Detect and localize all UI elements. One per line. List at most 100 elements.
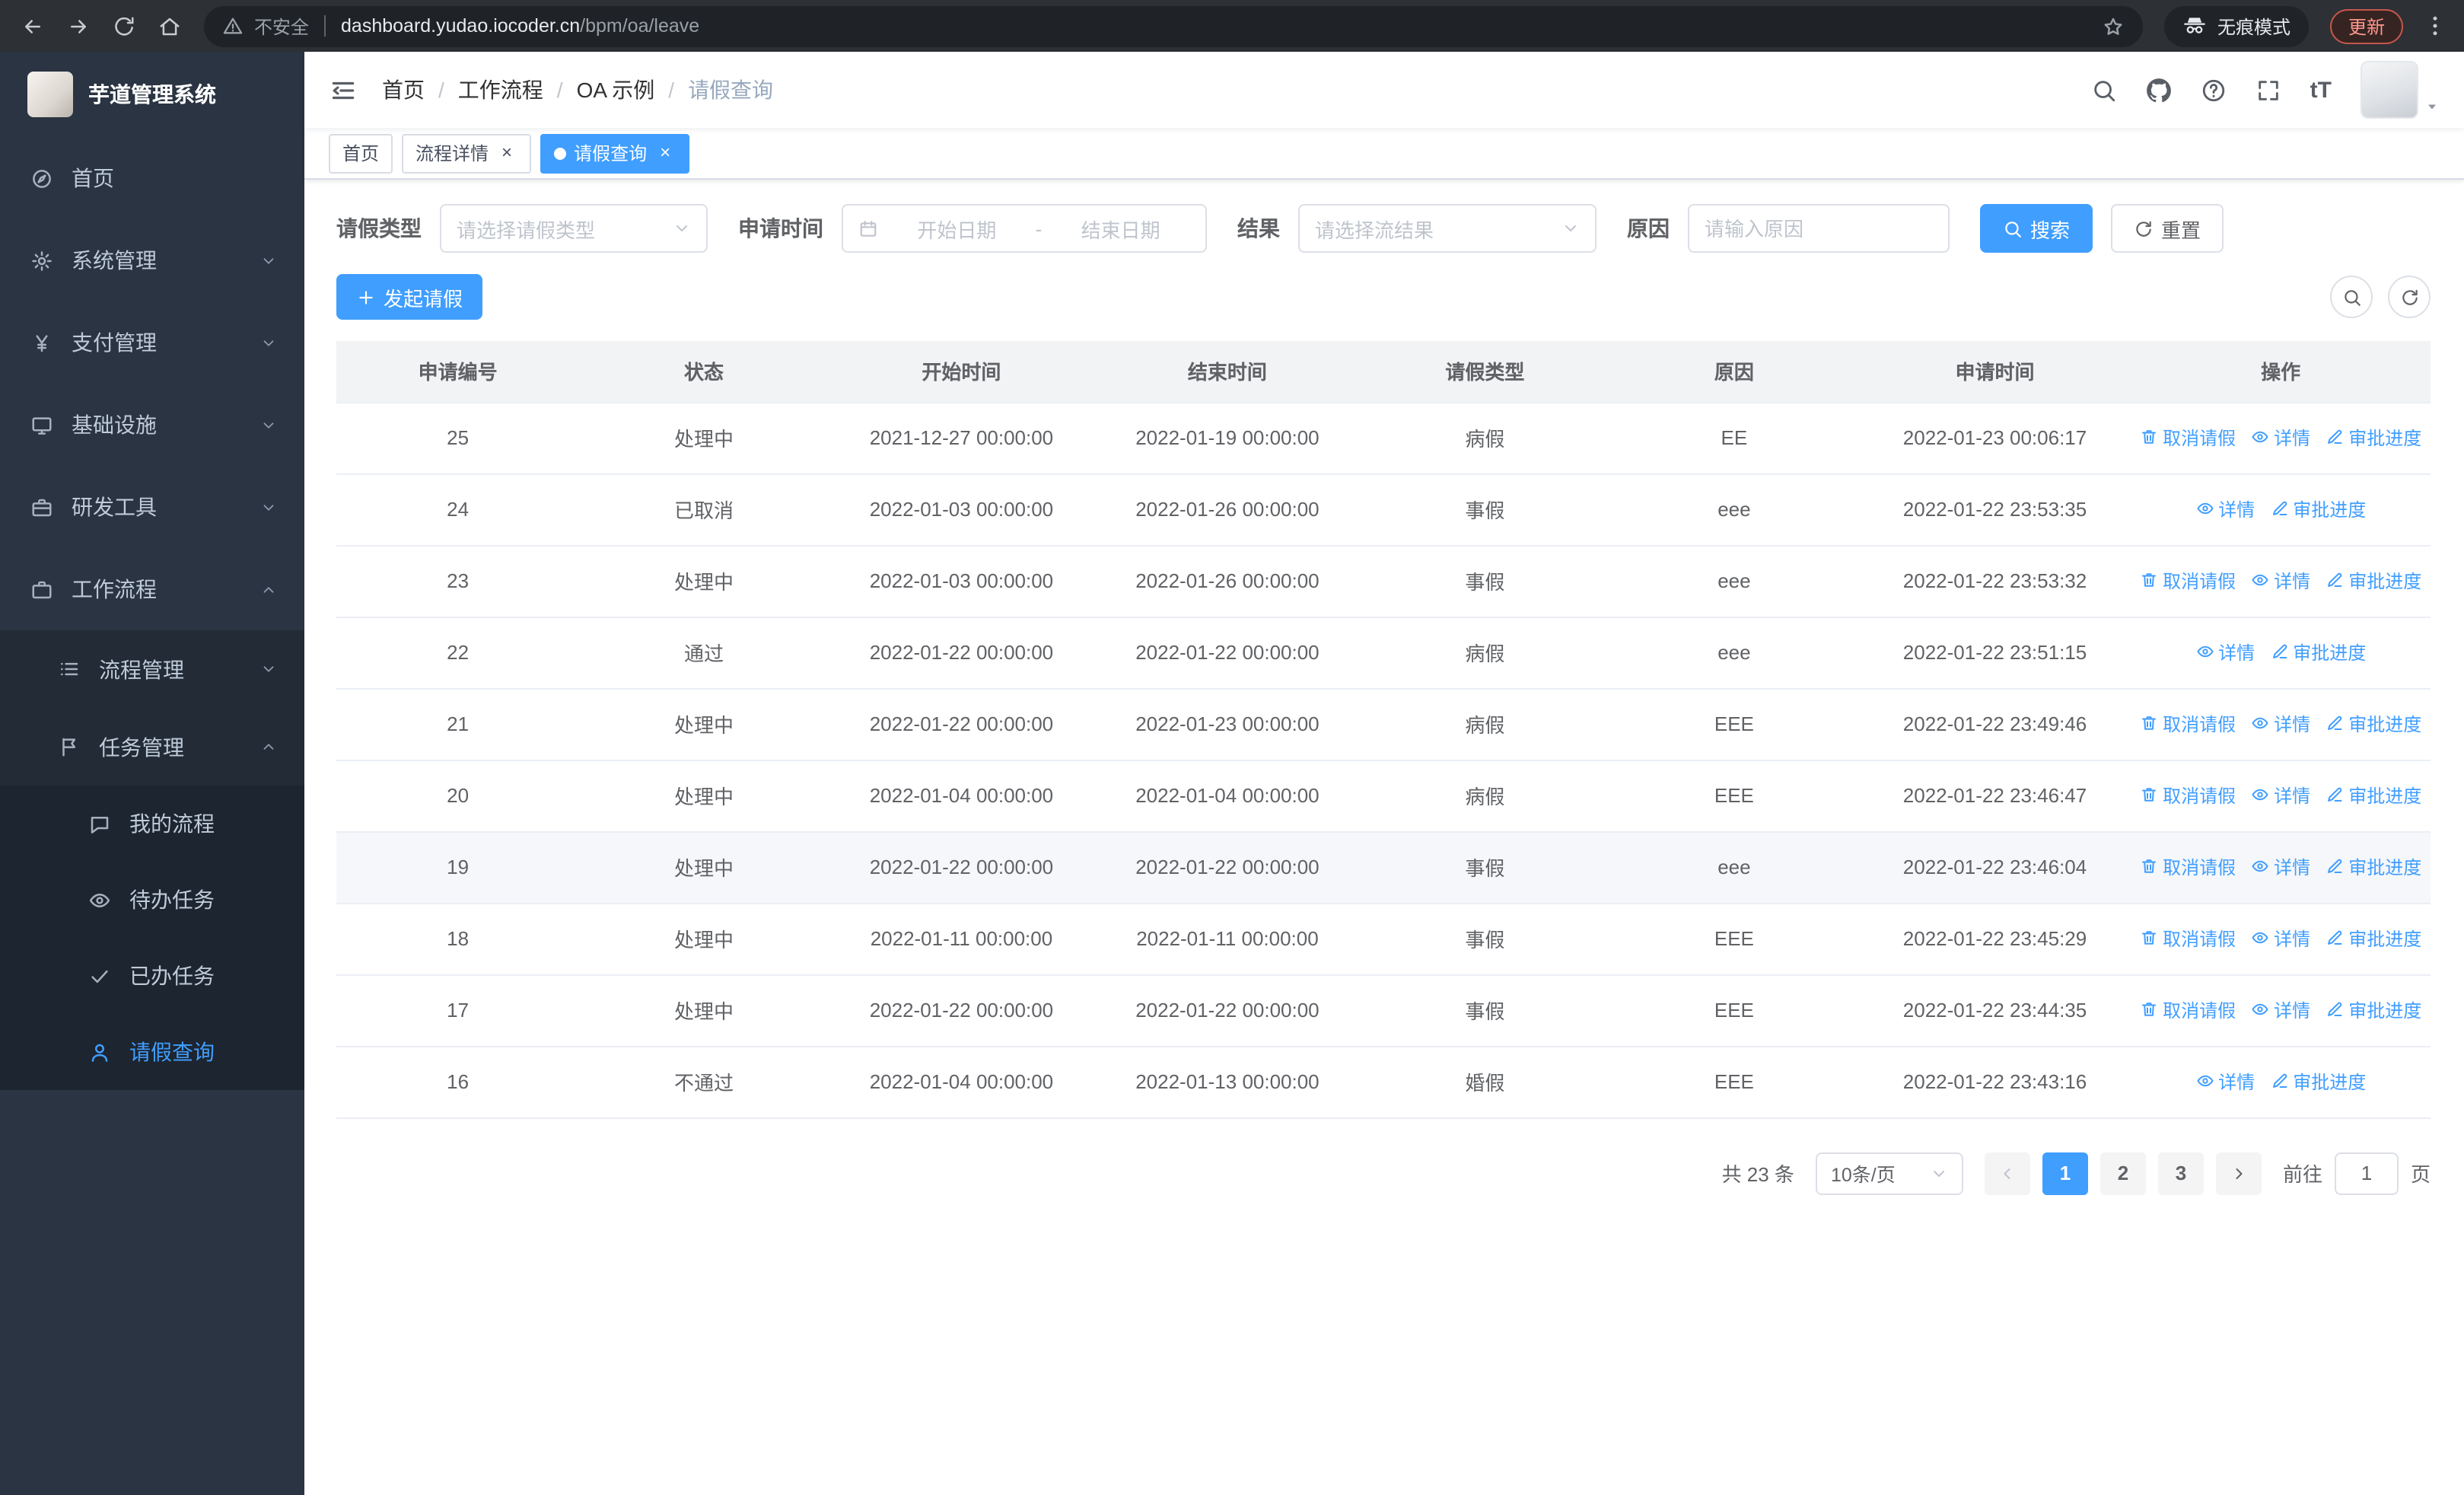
security-label[interactable]: 不安全 bbox=[254, 13, 309, 39]
sidebar-item-infrastructure[interactable]: 基础设施 bbox=[0, 384, 304, 466]
sidebar-item-task-management[interactable]: 任务管理 bbox=[0, 708, 304, 786]
sidebar-item-done-tasks[interactable]: 已办任务 bbox=[0, 938, 304, 1014]
tab-leave-query[interactable]: 请假查询 × bbox=[540, 133, 690, 173]
sidebar-item-payment-management[interactable]: 支付管理 bbox=[0, 301, 304, 384]
detail-action-link[interactable]: 详情 bbox=[2251, 926, 2310, 952]
browser-menu-icon[interactable] bbox=[2421, 12, 2449, 40]
tab-home[interactable]: 首页 bbox=[329, 133, 393, 173]
detail-action-link[interactable]: 详情 bbox=[2251, 854, 2310, 880]
reason-input[interactable] bbox=[1688, 204, 1950, 253]
logo[interactable]: 芋道管理系统 bbox=[0, 52, 304, 137]
progress-action-link[interactable]: 审批进度 bbox=[2270, 496, 2366, 522]
font-size-icon[interactable]: tT bbox=[2310, 78, 2332, 101]
leave-type-select[interactable]: 请选择请假类型 bbox=[440, 204, 708, 253]
goto-unit: 页 bbox=[2410, 1163, 2431, 1186]
apply-time-range-picker[interactable]: 开始日期 - 结束日期 bbox=[842, 204, 1207, 253]
cancel-action-link[interactable]: 取消请假 bbox=[2140, 854, 2236, 880]
address-bar[interactable]: 不安全 dashboard.yudao.iocoder.cn/bpm/oa/le… bbox=[204, 5, 2143, 46]
progress-action-link[interactable]: 审批进度 bbox=[2326, 425, 2421, 451]
cell-start-time: 2022-01-04 00:00:00 bbox=[828, 760, 1095, 832]
cell-end-time: 2022-01-11 00:00:00 bbox=[1094, 903, 1361, 975]
page-button-3[interactable]: 3 bbox=[2157, 1152, 2204, 1194]
detail-action-link[interactable]: 详情 bbox=[2195, 496, 2255, 522]
detail-action-link[interactable]: 详情 bbox=[2251, 783, 2310, 808]
breadcrumb-item[interactable]: 首页 bbox=[382, 75, 425, 105]
page-button-2[interactable]: 2 bbox=[2099, 1152, 2146, 1194]
progress-action-link[interactable]: 审批进度 bbox=[2326, 783, 2421, 808]
search-button[interactable]: 搜索 bbox=[1980, 204, 2093, 253]
breadcrumb-item[interactable]: 工作流程 bbox=[458, 75, 543, 105]
cancel-action-link[interactable]: 取消请假 bbox=[2140, 926, 2236, 952]
browser-home-button[interactable] bbox=[149, 6, 189, 46]
refresh-table-button[interactable] bbox=[2388, 276, 2431, 318]
page-button-1[interactable]: 1 bbox=[2042, 1152, 2088, 1194]
user-menu[interactable] bbox=[2361, 61, 2440, 119]
tab-process-detail[interactable]: 流程详情 × bbox=[402, 133, 532, 173]
incognito-badge: 无痕模式 bbox=[2163, 5, 2309, 46]
bookmark-star-icon[interactable] bbox=[2102, 14, 2125, 37]
progress-action-link[interactable]: 审批进度 bbox=[2326, 568, 2421, 594]
leave-row-16: 16 不通过 2022-01-04 00:00:00 2022-01-13 00:00… bbox=[336, 1046, 2431, 1118]
close-icon[interactable]: × bbox=[496, 142, 517, 164]
avatar[interactable] bbox=[2361, 61, 2418, 119]
cancel-action-link[interactable]: 取消请假 bbox=[2140, 783, 2236, 808]
progress-action-link[interactable]: 审批进度 bbox=[2326, 854, 2421, 880]
result-filter: 结果 请选择流结果 bbox=[1237, 204, 1597, 253]
detail-action-link[interactable]: 详情 bbox=[2195, 639, 2255, 665]
search-toggle-button[interactable] bbox=[2330, 276, 2373, 318]
cell-apply-time: 2022-01-22 23:49:46 bbox=[1858, 688, 2131, 760]
action-label: 取消请假 bbox=[2163, 785, 2236, 807]
sidebar-item-process-management[interactable]: 流程管理 bbox=[0, 630, 304, 708]
column-header-leave-type: 请假类型 bbox=[1360, 341, 1610, 403]
browser-update-button[interactable]: 更新 bbox=[2329, 8, 2403, 43]
progress-action-link[interactable]: 审批进度 bbox=[2270, 639, 2366, 665]
breadcrumb-item[interactable]: OA 示例 bbox=[577, 75, 655, 105]
prev-page-button[interactable] bbox=[1984, 1152, 2030, 1194]
edit-icon bbox=[2326, 715, 2344, 733]
detail-action-link[interactable]: 详情 bbox=[2251, 425, 2310, 451]
help-icon[interactable] bbox=[2201, 77, 2227, 103]
progress-action-link[interactable]: 审批进度 bbox=[2326, 711, 2421, 737]
cancel-action-link[interactable]: 取消请假 bbox=[2140, 568, 2236, 594]
sidebar-item-dev-tools[interactable]: 研发工具 bbox=[0, 466, 304, 548]
sidebar-item-my-process[interactable]: 我的流程 bbox=[0, 786, 304, 862]
sidebar-menu: 首页 系统管理 支付管理 基础设施 研发工具 工作流程 流程管理 任务管理 我的流程 待办任务 已办… bbox=[0, 137, 304, 1495]
cell-actions: 取消请假 详情 审批进度 bbox=[2131, 760, 2431, 832]
result-select[interactable]: 请选择流结果 bbox=[1298, 204, 1597, 253]
detail-action-link[interactable]: 详情 bbox=[2251, 711, 2310, 737]
detail-action-link[interactable]: 详情 bbox=[2195, 1069, 2255, 1095]
progress-action-link[interactable]: 审批进度 bbox=[2270, 1069, 2366, 1095]
reset-button[interactable]: 重置 bbox=[2111, 204, 2224, 253]
cell-leave-type: 婚假 bbox=[1360, 1046, 1610, 1118]
goto-page-input[interactable] bbox=[2334, 1152, 2399, 1194]
fullscreen-icon[interactable] bbox=[2255, 77, 2281, 103]
sidebar-item-todo-tasks[interactable]: 待办任务 bbox=[0, 862, 304, 938]
eye-icon bbox=[88, 888, 111, 911]
browser-back-button[interactable] bbox=[12, 6, 52, 46]
browser-forward-button[interactable] bbox=[58, 6, 97, 46]
cancel-action-link[interactable]: 取消请假 bbox=[2140, 997, 2236, 1023]
user-icon bbox=[88, 1041, 111, 1063]
close-icon[interactable]: × bbox=[654, 142, 676, 164]
result-label: 结果 bbox=[1237, 216, 1280, 241]
create-leave-button[interactable]: 发起请假 bbox=[336, 274, 483, 320]
detail-action-link[interactable]: 详情 bbox=[2251, 568, 2310, 594]
sidebar-item-system-management[interactable]: 系统管理 bbox=[0, 219, 304, 301]
action-label: 审批进度 bbox=[2348, 999, 2422, 1022]
page-size-select[interactable]: 10条/页 bbox=[1815, 1152, 1963, 1194]
detail-action-link[interactable]: 详情 bbox=[2251, 997, 2310, 1023]
progress-action-link[interactable]: 审批进度 bbox=[2326, 997, 2421, 1023]
sidebar-collapse-icon[interactable] bbox=[329, 75, 358, 104]
sidebar-item-leave-query[interactable]: 请假查询 bbox=[0, 1014, 304, 1090]
browser-reload-button[interactable] bbox=[103, 6, 143, 46]
cancel-action-link[interactable]: 取消请假 bbox=[2140, 425, 2236, 451]
trash-icon bbox=[2140, 929, 2158, 948]
next-page-button[interactable] bbox=[2215, 1152, 2262, 1194]
cancel-action-link[interactable]: 取消请假 bbox=[2140, 711, 2236, 737]
sidebar-item-home[interactable]: 首页 bbox=[0, 137, 304, 219]
cell-reason: EEE bbox=[1609, 688, 1859, 760]
search-icon[interactable] bbox=[2091, 77, 2117, 103]
github-icon[interactable] bbox=[2146, 77, 2172, 103]
progress-action-link[interactable]: 审批进度 bbox=[2326, 926, 2421, 952]
sidebar-item-workflow[interactable]: 工作流程 bbox=[0, 548, 304, 630]
